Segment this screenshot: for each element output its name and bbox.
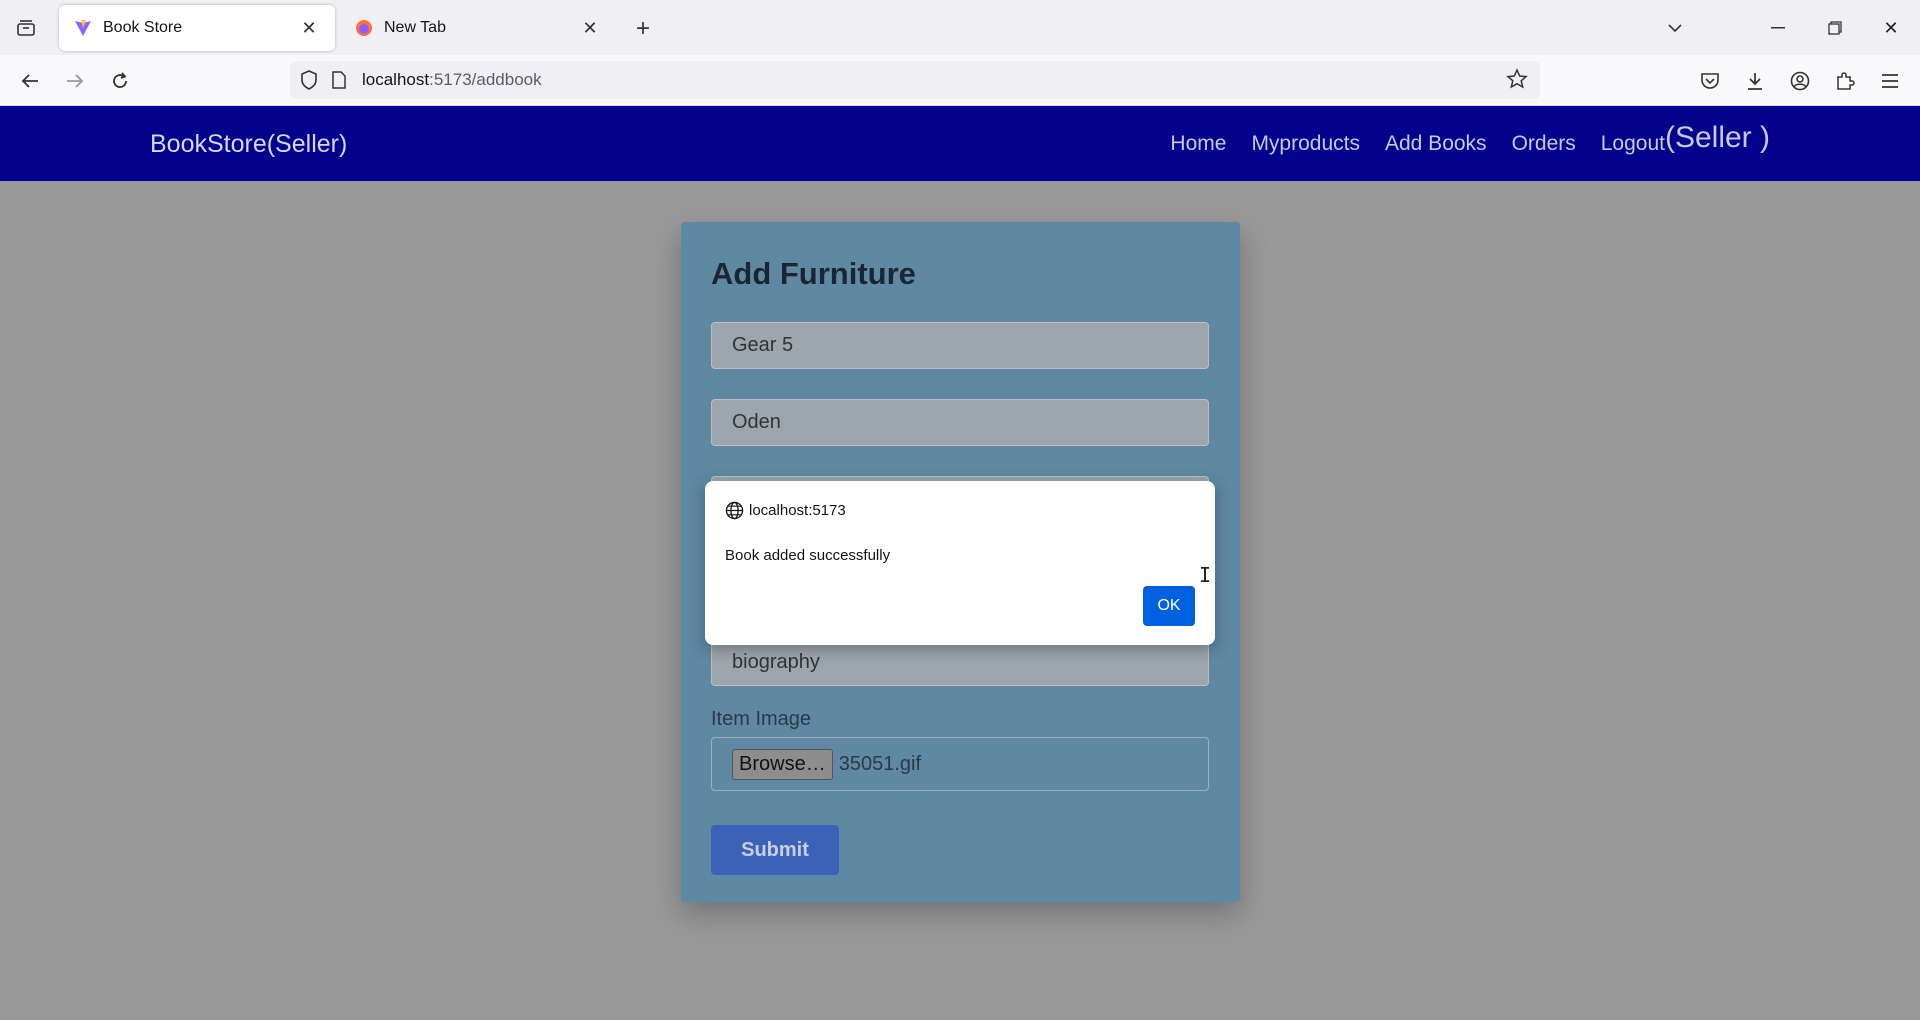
form-title: Add Furniture xyxy=(711,256,916,291)
dialog-origin: localhost:5173 xyxy=(725,501,846,520)
nav-add-books-link[interactable]: Add Books xyxy=(1385,132,1487,156)
pocket-icon[interactable] xyxy=(1692,63,1728,99)
list-all-tabs-button[interactable] xyxy=(10,12,42,44)
dialog-origin-text: localhost:5173 xyxy=(749,502,846,519)
brand-title[interactable]: BookStore(Seller) xyxy=(150,130,347,159)
site-header: BookStore(Seller) Home Myproducts Add Bo… xyxy=(0,106,1920,181)
seller-role-label: (Seller ) xyxy=(1664,120,1770,154)
tab-new-tab[interactable]: New Tab ✕ xyxy=(340,5,616,51)
tab-title: New Tab xyxy=(384,19,446,36)
submit-button[interactable]: Submit xyxy=(711,825,839,875)
item-image-label: Item Image xyxy=(711,708,812,730)
title-input[interactable]: Gear 5 xyxy=(711,322,1209,369)
dialog-message: Book added successfully xyxy=(725,547,891,564)
image-file-input[interactable]: Browse… 35051.gif xyxy=(711,737,1209,791)
restore-icon[interactable] xyxy=(1815,10,1855,46)
url-path: :5173/addbook xyxy=(429,70,542,89)
extensions-icon[interactable] xyxy=(1827,63,1863,99)
browse-button[interactable]: Browse… xyxy=(732,748,833,780)
menu-hamburger-icon[interactable] xyxy=(1872,63,1908,99)
account-icon[interactable] xyxy=(1782,63,1818,99)
close-window-icon[interactable]: ✕ xyxy=(1871,10,1911,46)
ok-button[interactable]: OK xyxy=(1143,586,1195,626)
url-host: localhost xyxy=(362,70,430,89)
forward-arrow-icon[interactable] xyxy=(57,63,93,99)
chevron-down-icon[interactable] xyxy=(1655,10,1695,46)
nav-orders-link[interactable]: Orders xyxy=(1512,132,1576,156)
alert-dialog: localhost:5173 Book added successfully O… xyxy=(705,481,1215,645)
tab-title: Book Store xyxy=(103,19,183,36)
nav-logout-link[interactable]: Logout xyxy=(1601,132,1665,156)
firefox-logo-icon xyxy=(354,18,374,38)
author-input[interactable]: Oden xyxy=(711,399,1209,446)
page-icon[interactable] xyxy=(328,69,350,91)
tab-book-store[interactable]: Book Store ✕ xyxy=(59,5,335,51)
close-tab-icon[interactable]: ✕ xyxy=(578,16,602,40)
browser-nav-bar: localhost:5173/addbook xyxy=(0,55,1920,106)
new-tab-button[interactable]: + xyxy=(628,14,658,44)
minimize-icon[interactable] xyxy=(1758,10,1798,46)
url-bar[interactable]: localhost:5173/addbook xyxy=(290,61,1540,99)
bookmark-star-icon[interactable] xyxy=(1506,68,1530,92)
vite-logo-icon xyxy=(73,18,93,38)
genre-input[interactable]: biography xyxy=(711,639,1209,686)
url-text: localhost:5173/addbook xyxy=(362,70,542,90)
text-cursor-icon: I xyxy=(1199,563,1212,587)
close-tab-icon[interactable]: ✕ xyxy=(297,16,321,40)
reload-icon[interactable] xyxy=(102,63,138,99)
nav-myproducts-link[interactable]: Myproducts xyxy=(1251,132,1360,156)
selected-file-name: 35051.gif xyxy=(838,752,921,775)
download-icon[interactable] xyxy=(1737,63,1773,99)
tab-list-icon xyxy=(17,20,35,36)
site-nav: Home Myproducts Add Books Orders Logout … xyxy=(1145,106,1770,181)
globe-icon xyxy=(725,501,744,520)
shield-icon[interactable] xyxy=(298,69,320,91)
back-arrow-icon[interactable] xyxy=(12,63,48,99)
nav-home-link[interactable]: Home xyxy=(1170,132,1226,156)
browser-tab-bar: Book Store ✕ New Tab ✕ + ✕ xyxy=(0,0,1920,55)
